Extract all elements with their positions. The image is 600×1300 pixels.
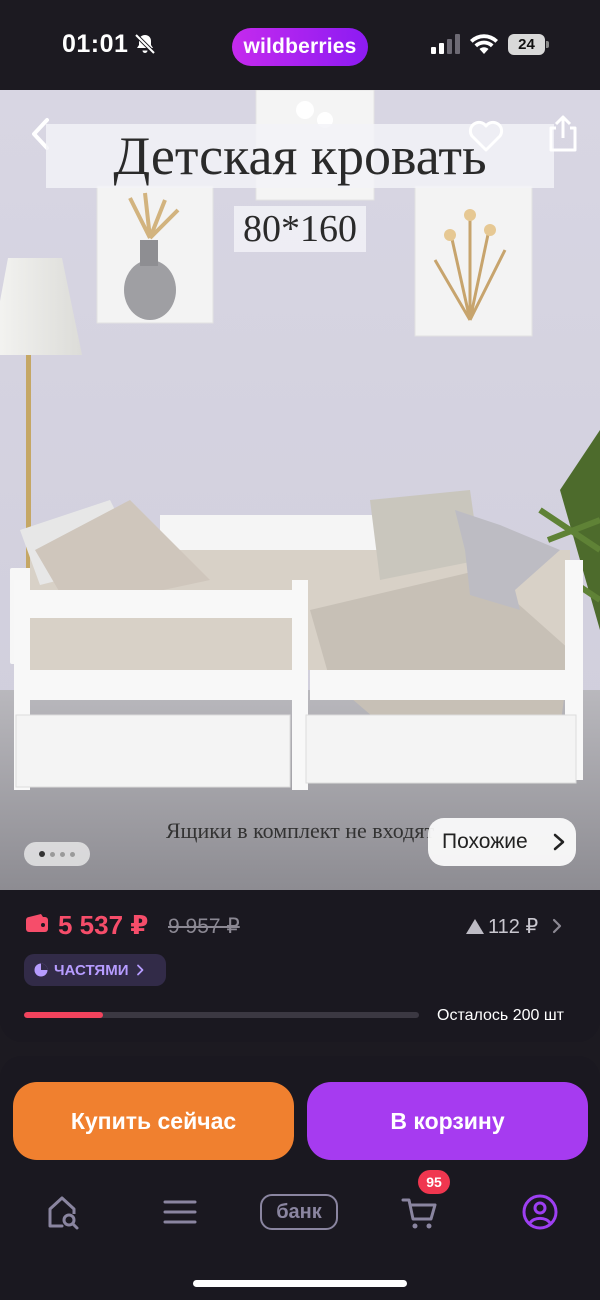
tab-catalog[interactable] bbox=[150, 1182, 210, 1242]
pagination-dot bbox=[60, 851, 65, 857]
stock-progress-fill bbox=[24, 1012, 103, 1018]
bottom-panel: Купить сейчас В корзину банк 95 bbox=[0, 1056, 600, 1300]
share-icon[interactable] bbox=[543, 114, 583, 154]
battery-nub bbox=[546, 41, 549, 48]
home-search-icon bbox=[48, 1196, 79, 1230]
tab-bar: банк 95 bbox=[0, 1170, 600, 1242]
wifi-icon bbox=[470, 34, 498, 54]
photo-subtitle: 80*160 bbox=[234, 206, 366, 252]
battery-level: 24 bbox=[508, 34, 545, 55]
home-indicator bbox=[193, 1280, 407, 1287]
cart-badge: 95 bbox=[418, 1170, 450, 1194]
pagination-dot bbox=[50, 851, 55, 857]
installments-label: ЧАСТЯМИ bbox=[54, 961, 129, 979]
wallet-icon bbox=[26, 914, 48, 932]
add-to-cart-button[interactable]: В корзину bbox=[307, 1082, 588, 1160]
price-card: 5 537 ₽ 9 957 ₽ 112 ₽ ЧАСТЯМИ Осталось 2… bbox=[0, 890, 600, 1042]
old-price: 9 957 ₽ bbox=[168, 915, 240, 938]
status-bar: 01:01 wildberries 24 bbox=[0, 0, 600, 90]
similar-button[interactable]: Похожие bbox=[428, 818, 576, 866]
installments-badge[interactable]: ЧАСТЯМИ bbox=[24, 954, 166, 986]
product-photo[interactable]: Детская кровать 80*160 Ящики в комплект … bbox=[0, 90, 600, 890]
menu-icon bbox=[163, 1200, 197, 1224]
price-rise-value: 112 ₽ bbox=[488, 916, 539, 938]
chevron-right-icon bbox=[553, 833, 565, 851]
pagination-dot bbox=[70, 851, 75, 857]
current-price: 5 537 ₽ bbox=[58, 910, 149, 940]
chevron-right-icon bbox=[137, 964, 144, 976]
bell-muted-icon bbox=[134, 33, 156, 55]
brand-badge[interactable]: wildberries bbox=[232, 28, 368, 66]
pie-icon bbox=[34, 963, 48, 977]
photo-pagination[interactable] bbox=[24, 842, 90, 866]
status-time: 01:01 bbox=[62, 30, 129, 58]
tab-profile[interactable] bbox=[510, 1182, 570, 1242]
signal-icon bbox=[431, 34, 460, 54]
stock-progress-bar bbox=[24, 1012, 419, 1018]
chevron-right-icon[interactable] bbox=[551, 917, 563, 935]
cart-icon bbox=[401, 1198, 437, 1229]
similar-button-label: Похожие bbox=[442, 830, 528, 853]
tab-home[interactable] bbox=[32, 1182, 92, 1242]
bank-label: банк bbox=[260, 1194, 338, 1230]
triangle-up-icon bbox=[466, 919, 484, 934]
profile-icon bbox=[522, 1194, 558, 1230]
photo-caption: Ящики в комплект не входят bbox=[165, 818, 435, 843]
battery-icon: 24 bbox=[508, 34, 550, 55]
heart-icon[interactable] bbox=[466, 116, 506, 156]
pagination-dot bbox=[39, 851, 45, 857]
stock-remaining: Осталось 200 шт bbox=[437, 1007, 564, 1024]
price-rise[interactable]: 112 ₽ bbox=[466, 914, 538, 939]
tab-bank[interactable]: банк bbox=[256, 1182, 342, 1242]
buy-now-button[interactable]: Купить сейчас bbox=[13, 1082, 294, 1160]
